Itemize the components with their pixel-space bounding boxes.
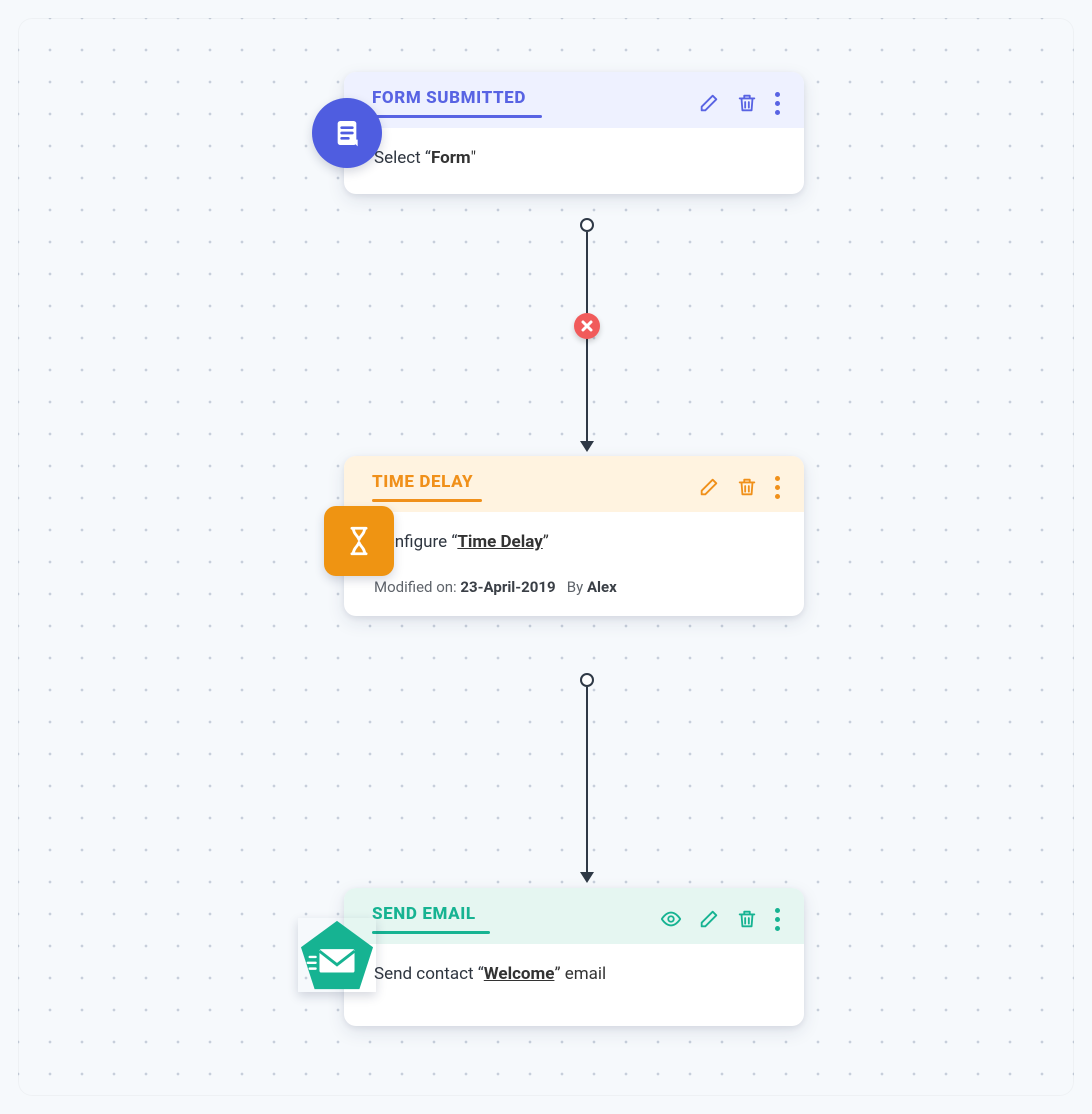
node-time-delay[interactable]: TIME DELAY Configure “Time Delay” Modifi… <box>344 456 804 616</box>
pencil-icon <box>698 908 720 930</box>
node-body: Send contact “Welcome” email <box>344 944 804 1026</box>
view-button[interactable] <box>659 907 683 931</box>
pencil-icon <box>698 476 720 498</box>
document-icon <box>331 117 363 149</box>
node-title: TIME DELAY <box>372 472 473 502</box>
by-name: Alex <box>587 578 617 596</box>
trash-icon <box>736 92 758 114</box>
close-icon <box>581 320 593 332</box>
more-menu-button[interactable] <box>773 908 782 931</box>
node-meta: Modified on: 23-April-2019 By Alex <box>344 578 804 616</box>
body-text-suffix: " <box>471 148 476 168</box>
delay-badge <box>324 506 394 576</box>
delete-button[interactable] <box>735 91 759 115</box>
edit-button[interactable] <box>697 907 721 931</box>
edit-button[interactable] <box>697 475 721 499</box>
node-actions <box>697 91 782 115</box>
body-text-prefix: Send contact “ <box>374 964 484 984</box>
by-label: By <box>567 578 583 596</box>
body-text-em[interactable]: Welcome <box>484 964 555 984</box>
connector-line <box>586 687 588 872</box>
node-form-submitted[interactable]: FORM SUBMITTED Select “Form" <box>344 72 804 194</box>
body-text-prefix: Select “ <box>374 148 431 168</box>
workflow-canvas[interactable]: FORM SUBMITTED Select “Form" TIME DELAY <box>18 18 1074 1096</box>
edit-button[interactable] <box>697 91 721 115</box>
email-badge <box>298 918 376 992</box>
body-text-em[interactable]: Time Delay <box>457 532 542 552</box>
node-title: FORM SUBMITTED <box>372 88 526 118</box>
node-title: SEND EMAIL <box>372 904 476 934</box>
node-header: SEND EMAIL <box>344 888 804 944</box>
body-text-em: Form <box>431 148 471 168</box>
body-text-suffix: ” <box>543 532 549 552</box>
connector-delay-to-email <box>580 673 594 883</box>
delete-button[interactable] <box>735 907 759 931</box>
node-actions <box>697 475 782 499</box>
body-text-suffix: ” email <box>554 964 606 984</box>
node-header: TIME DELAY <box>344 456 804 512</box>
more-menu-button[interactable] <box>773 476 782 499</box>
connector-start-dot[interactable] <box>580 218 594 232</box>
connector-arrow <box>580 441 594 452</box>
modified-date: 23-April-2019 <box>460 578 555 596</box>
modified-label: Modified on: <box>374 578 457 596</box>
trash-icon <box>736 476 758 498</box>
node-header: FORM SUBMITTED <box>344 72 804 128</box>
eye-icon <box>660 908 682 930</box>
more-menu-button[interactable] <box>773 92 782 115</box>
remove-connector-button[interactable] <box>574 313 600 339</box>
node-body: Configure “Time Delay” <box>344 512 804 578</box>
form-badge <box>312 98 382 168</box>
pencil-icon <box>698 92 720 114</box>
delete-button[interactable] <box>735 475 759 499</box>
trash-icon <box>736 908 758 930</box>
connector-form-to-delay <box>580 218 594 452</box>
hourglass-icon <box>342 524 376 558</box>
connector-arrow <box>580 872 594 883</box>
envelope-pentagon-icon <box>298 918 376 992</box>
node-send-email[interactable]: SEND EMAIL Send contact “Welcome” email <box>344 888 804 1026</box>
connector-start-dot[interactable] <box>580 673 594 687</box>
node-body: Select “Form" <box>344 128 804 194</box>
node-actions <box>659 907 782 931</box>
